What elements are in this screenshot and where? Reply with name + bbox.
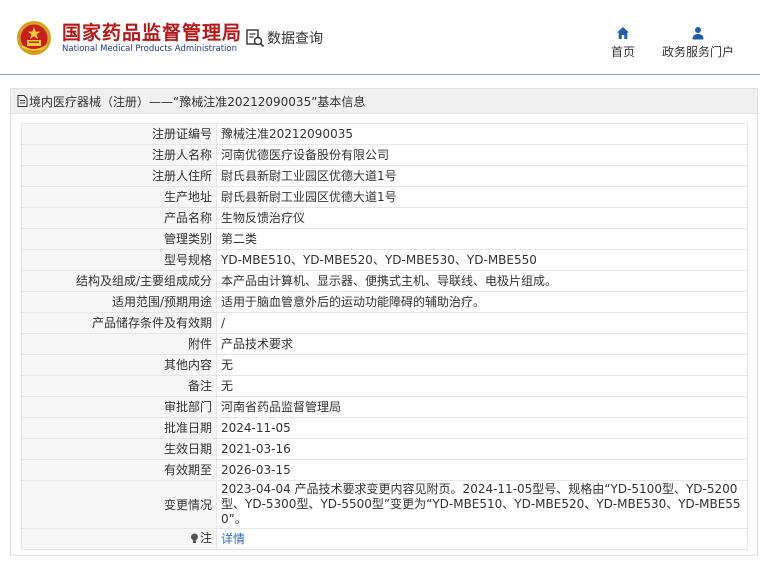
table-row: 生产地址 尉氏县新尉工业园区优德大道1号: [21, 186, 748, 208]
row-value: 产品技术要求: [216, 333, 748, 355]
row-value: 适用于脑血管意外后的运动功能障碍的辅助治疗。: [216, 291, 748, 313]
row-key: 注册证编号: [21, 123, 217, 145]
table-row: 管理类别 第二类: [21, 228, 748, 250]
table-row: 型号规格 YD-MBE510、YD-MBE520、YD-MBE530、YD-MBE…: [21, 249, 748, 271]
row-key: 附件: [21, 333, 217, 355]
table-row: 产品名称 生物反馈治疗仪: [21, 207, 748, 229]
row-value: 生物反馈治疗仪: [216, 207, 748, 229]
row-value: 本产品由计算机、显示器、便携式主机、导联线、电极片组成。: [216, 270, 748, 292]
row-key: 产品储存条件及有效期: [21, 312, 217, 334]
row-key: 型号规格: [21, 249, 217, 271]
table-row: 结构及组成/主要组成成分 本产品由计算机、显示器、便携式主机、导联线、电极片组成。: [21, 270, 748, 292]
table-row: 适用范围/预期用途 适用于脑血管意外后的运动功能障碍的辅助治疗。: [21, 291, 748, 313]
row-value: 2021-03-16: [216, 438, 748, 460]
row-value: 河南优德医疗设备股份有限公司: [216, 144, 748, 166]
row-value: YD-MBE510、YD-MBE520、YD-MBE530、YD-MBE550: [216, 249, 748, 271]
table-row: 批准日期 2024-11-05: [21, 417, 748, 439]
row-value: 2024-11-05: [216, 417, 748, 439]
row-value: 2023-04-04 产品技术要求变更内容见附页。2024-11-05型号、规格…: [216, 480, 748, 529]
detail-panel: 境内医疗器械（注册）——“豫械注准20212090035”基本信息 注册证编号豫…: [10, 88, 758, 556]
table-row: 审批部门 河南省药品监督管理局: [21, 396, 748, 418]
table-row: 产品储存条件及有效期 /: [21, 312, 748, 334]
row-value: 第二类: [216, 228, 748, 250]
data-query-link[interactable]: 数据查询: [245, 28, 323, 48]
table-row: 生效日期 2021-03-16: [21, 438, 748, 460]
table-row: 注册人名称 河南优德医疗设备股份有限公司: [21, 144, 748, 166]
table-row: 其他内容无: [21, 354, 748, 376]
row-key: 生效日期: [21, 438, 217, 460]
home-icon: [617, 27, 629, 39]
row-key: 批准日期: [21, 417, 217, 439]
row-key: 注册人名称: [21, 144, 217, 166]
row-key: 变更情况: [21, 480, 217, 529]
nav-home[interactable]: 首页: [604, 26, 642, 60]
brand-name-cn: 国家药品监督管理局: [62, 22, 243, 44]
row-key: 适用范围/预期用途: [21, 291, 217, 313]
user-icon: [692, 27, 704, 40]
table-row: 注册人住所 尉氏县新尉工业园区优德大道1号: [21, 165, 748, 187]
row-key: 其他内容: [21, 354, 217, 376]
note-key: 注: [21, 528, 217, 550]
registration-info-table: 注册证编号 豫械注准20212090035 注册人名称 河南优德医疗设备股份有限公司注…: [21, 123, 748, 550]
table-row: 备注无: [21, 375, 748, 397]
table-row: 附件 产品技术要求: [21, 333, 748, 355]
panel-header: 境内医疗器械（注册）——“豫械注准20212090035”基本信息: [11, 89, 757, 114]
data-query-label: 数据查询: [267, 31, 323, 47]
row-key: 管理类别: [21, 228, 217, 250]
details-link[interactable]: 详情: [221, 532, 245, 546]
table-row: 有效期至 2026-03-15: [21, 459, 748, 481]
nav-home-label: 首页: [610, 45, 635, 59]
row-value: 尉氏县新尉工业园区优德大道1号: [216, 165, 748, 187]
nav-service-portal[interactable]: 政务服务门户: [655, 26, 741, 60]
row-key: 注册人住所: [21, 165, 217, 187]
row-key: 审批部门: [21, 396, 217, 418]
table-row: 注册证编号 豫械注准20212090035: [21, 123, 748, 145]
brand-name-en: National Medical Products Administration: [62, 44, 237, 54]
row-key: 生产地址: [21, 186, 217, 208]
row-key: 备注: [21, 375, 217, 397]
row-key: 有效期至: [21, 459, 217, 481]
nav-service-portal-label: 政务服务门户: [661, 45, 734, 59]
national-emblem-logo: [17, 21, 51, 55]
panel-title: 境内医疗器械（注册）——“豫械注准20212090035”基本信息: [29, 94, 366, 109]
row-value: /: [216, 312, 748, 334]
row-value: 河南省药品监督管理局: [216, 396, 748, 418]
row-key: 结构及组成/主要组成成分: [21, 270, 217, 292]
site-header: 国家药品监督管理局 National Medical Products Admi…: [0, 0, 760, 75]
note-value: 详情: [216, 528, 748, 550]
row-value: 2026-03-15: [216, 459, 748, 481]
row-value: 豫械注准20212090035: [216, 123, 748, 145]
row-value: 尉氏县新尉工业园区优德大道1号: [216, 186, 748, 208]
document-icon: [17, 95, 28, 107]
table-row: 变更情况 2023-04-04 产品技术要求变更内容见附页。2024-11-05型…: [21, 480, 748, 529]
note-row: 注 详情: [21, 528, 748, 550]
document-search-icon: [246, 29, 265, 48]
row-value: 无: [216, 354, 748, 376]
row-key: 产品名称: [21, 207, 217, 229]
row-value: 无: [216, 375, 748, 397]
lightbulb-icon: [190, 533, 198, 543]
